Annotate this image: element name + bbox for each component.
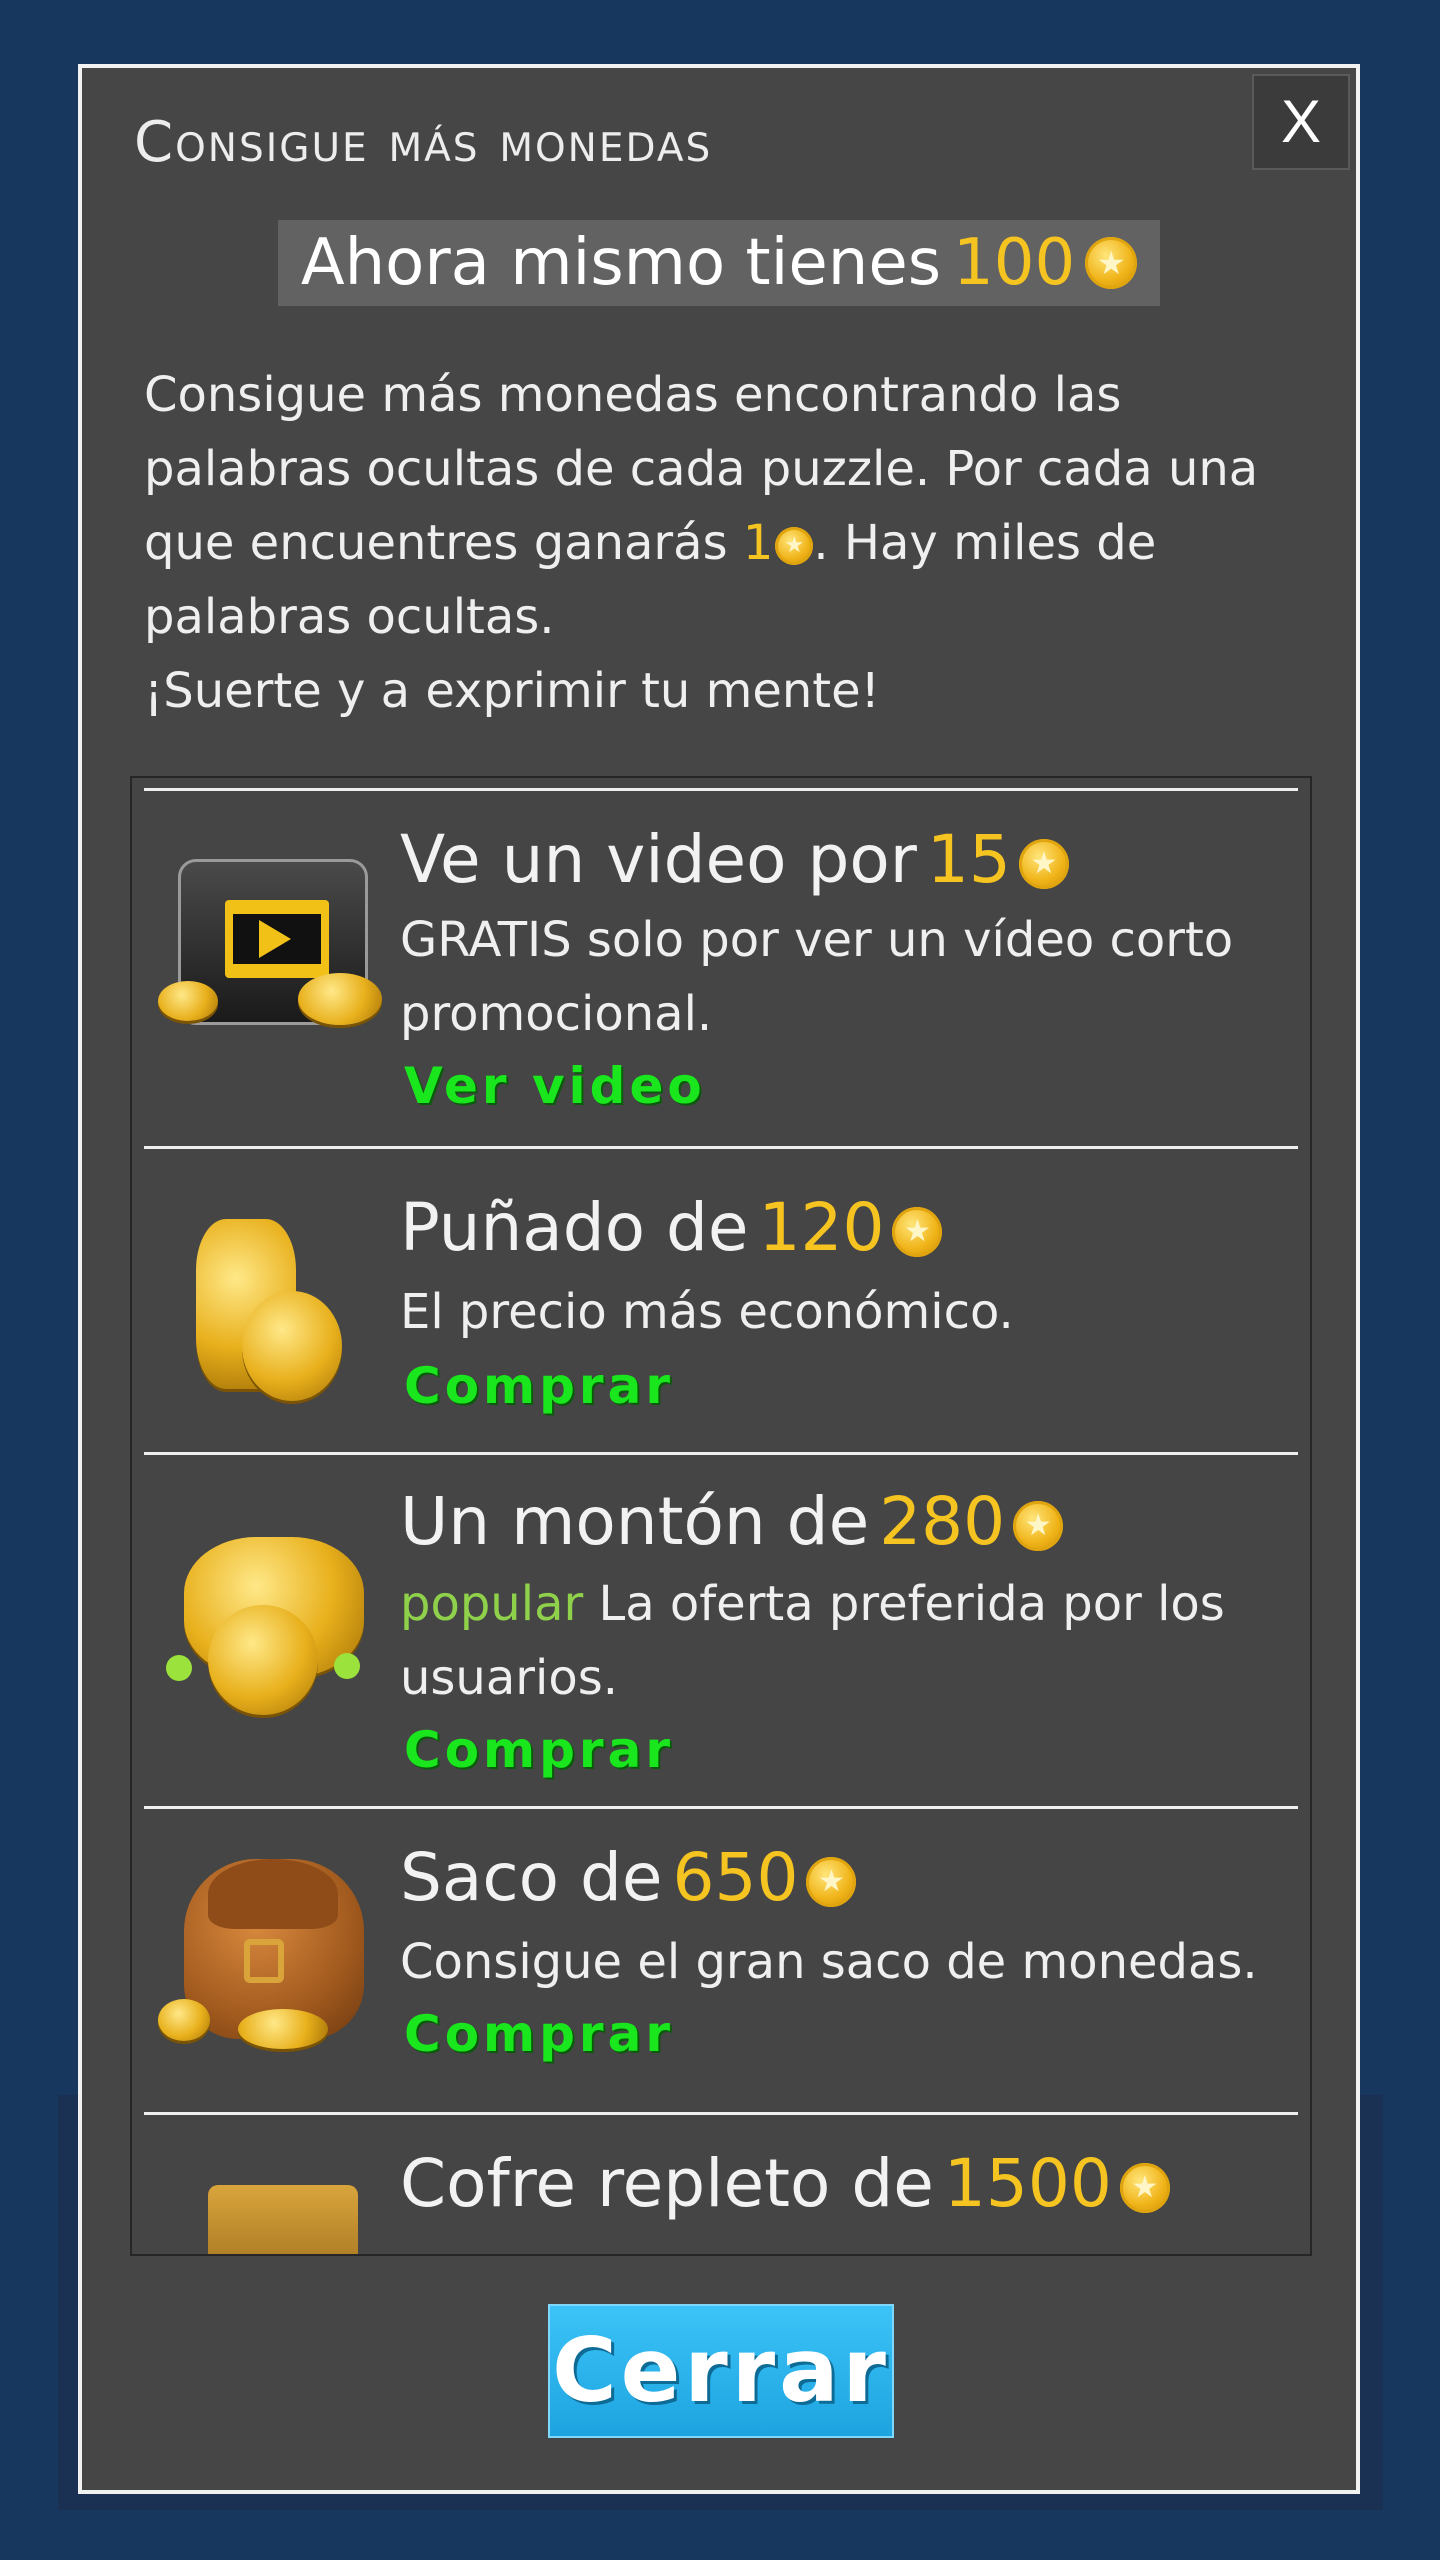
offer-description: El precio más económico. bbox=[400, 1275, 1280, 1349]
offer-amount: 15 bbox=[926, 821, 1011, 898]
buy-button[interactable]: Comprar bbox=[404, 1721, 674, 1779]
buy-button[interactable]: Comprar bbox=[404, 2005, 674, 2063]
close-x-button[interactable]: X bbox=[1252, 74, 1350, 170]
play-icon bbox=[259, 920, 291, 958]
balance-label: Ahora mismo tienes bbox=[300, 226, 942, 300]
coin-icon bbox=[892, 1206, 943, 1257]
bag-flap bbox=[208, 1859, 338, 1929]
intro-text-part: . Hay miles de bbox=[813, 515, 1157, 571]
offer-title-text: Cofre repleto de bbox=[400, 2145, 934, 2222]
offer-title: Ve un video por 15 bbox=[400, 821, 1069, 898]
offer-desc-line: popular La oferta preferida por los bbox=[400, 1567, 1280, 1641]
offer-desc-line: usuarios. bbox=[400, 1650, 618, 1706]
popular-tag: popular bbox=[400, 1576, 584, 1632]
coin-stack-icon bbox=[158, 1209, 382, 1409]
offer-amount: 120 bbox=[758, 1189, 885, 1266]
watch-video-button[interactable]: Ver video bbox=[404, 1057, 706, 1115]
video-coins-icon bbox=[158, 851, 382, 1051]
intro-line: palabras ocultas de cada puzzle. Por cad… bbox=[144, 441, 1259, 497]
coin-icon bbox=[1013, 1500, 1064, 1551]
offer-title: Puñado de 120 bbox=[400, 1189, 943, 1266]
coin-icon bbox=[1119, 2162, 1170, 2213]
offer-title-text: Un montón de bbox=[400, 1483, 870, 1560]
intro-line: ¡Suerte y a exprimir tu mente! bbox=[144, 663, 880, 719]
intro-line: Consigue más monedas encontrando las bbox=[144, 367, 1122, 423]
coin-decoration bbox=[298, 973, 382, 1025]
offer-item-pile[interactable]: Un montón de280 popular La oferta prefer… bbox=[144, 1452, 1298, 1806]
offer-title: Un montón de 280 bbox=[400, 1483, 1064, 1560]
coin-decoration bbox=[242, 1291, 342, 1401]
treasure-chest-icon bbox=[158, 2125, 382, 2254]
coin-icon bbox=[806, 1856, 857, 1907]
offer-desc-text: La oferta preferida por los bbox=[598, 1576, 1225, 1632]
offer-desc-line: GRATIS solo por ver un vídeo corto bbox=[400, 912, 1234, 968]
offer-title-text: Puñado de bbox=[400, 1189, 749, 1266]
coin-icon bbox=[1018, 838, 1069, 889]
offer-title: Cofre repleto de 1500 bbox=[400, 2145, 1170, 2222]
offer-title-text: Ve un video por bbox=[400, 821, 917, 898]
offer-amount: 1500 bbox=[943, 2145, 1112, 2222]
coin-decoration bbox=[158, 1999, 210, 2041]
intro-line: palabras ocultas. bbox=[144, 589, 555, 645]
offer-desc-line: Consigue el gran saco de monedas. bbox=[400, 1934, 1258, 1990]
gem-decoration bbox=[334, 1653, 360, 1679]
offer-amount: 650 bbox=[672, 1839, 799, 1916]
film-strip bbox=[225, 900, 329, 978]
coin-balance: Ahora mismo tienes 100 bbox=[278, 220, 1160, 306]
offer-desc-line: El precio más económico. bbox=[400, 1284, 1014, 1340]
intro-text-part: que encuentres ganarás bbox=[144, 515, 728, 571]
offer-item-chest[interactable]: Cofre repleto de 1500 bbox=[144, 2112, 1298, 2254]
offer-item-handful[interactable]: Puñado de120 El precio más económico. Co… bbox=[144, 1146, 1298, 1452]
intro-line: que encuentres ganarás 1 . Hay miles de bbox=[144, 506, 1304, 580]
offer-amount: 280 bbox=[879, 1483, 1006, 1560]
intro-text: Consigue más monedas encontrando las pal… bbox=[144, 358, 1304, 728]
buy-button[interactable]: Comprar bbox=[404, 1357, 674, 1415]
bag-buckle bbox=[244, 1939, 284, 1983]
offers-list[interactable]: Ve un video por15 GRATIS solo por ver un… bbox=[130, 776, 1312, 2256]
chest-shape bbox=[208, 2185, 358, 2254]
offer-description: Consigue el gran saco de monedas. bbox=[400, 1925, 1280, 1999]
coin-decoration bbox=[208, 1605, 318, 1715]
coin-decoration bbox=[158, 981, 218, 1021]
balance-amount: 100 bbox=[953, 226, 1076, 300]
offer-item-video[interactable]: Ve un video por15 GRATIS solo por ver un… bbox=[144, 788, 1298, 1146]
close-button[interactable]: Cerrar bbox=[548, 2304, 894, 2438]
offer-item-bag[interactable]: Saco de650 Consigue el gran saco de mone… bbox=[144, 1806, 1298, 2112]
reward-amount: 1 bbox=[742, 515, 774, 571]
dialog-title: Consigue más monedas bbox=[134, 110, 713, 175]
offer-description: GRATIS solo por ver un vídeo corto promo… bbox=[400, 903, 1280, 1051]
offer-title: Saco de 650 bbox=[400, 1839, 857, 1916]
coin-decoration bbox=[238, 2009, 328, 2049]
offer-desc-line: promocional. bbox=[400, 986, 713, 1042]
offer-title-text: Saco de bbox=[400, 1839, 663, 1916]
coin-icon bbox=[775, 527, 814, 565]
gem-decoration bbox=[166, 1655, 192, 1681]
offer-description: popular La oferta preferida por los usua… bbox=[400, 1567, 1280, 1715]
coin-icon bbox=[1085, 237, 1138, 289]
get-coins-dialog: Consigue más monedas X Ahora mismo tiene… bbox=[78, 64, 1360, 2494]
coin-bag-icon bbox=[158, 1849, 382, 2049]
coin-pile-icon bbox=[158, 1535, 382, 1735]
